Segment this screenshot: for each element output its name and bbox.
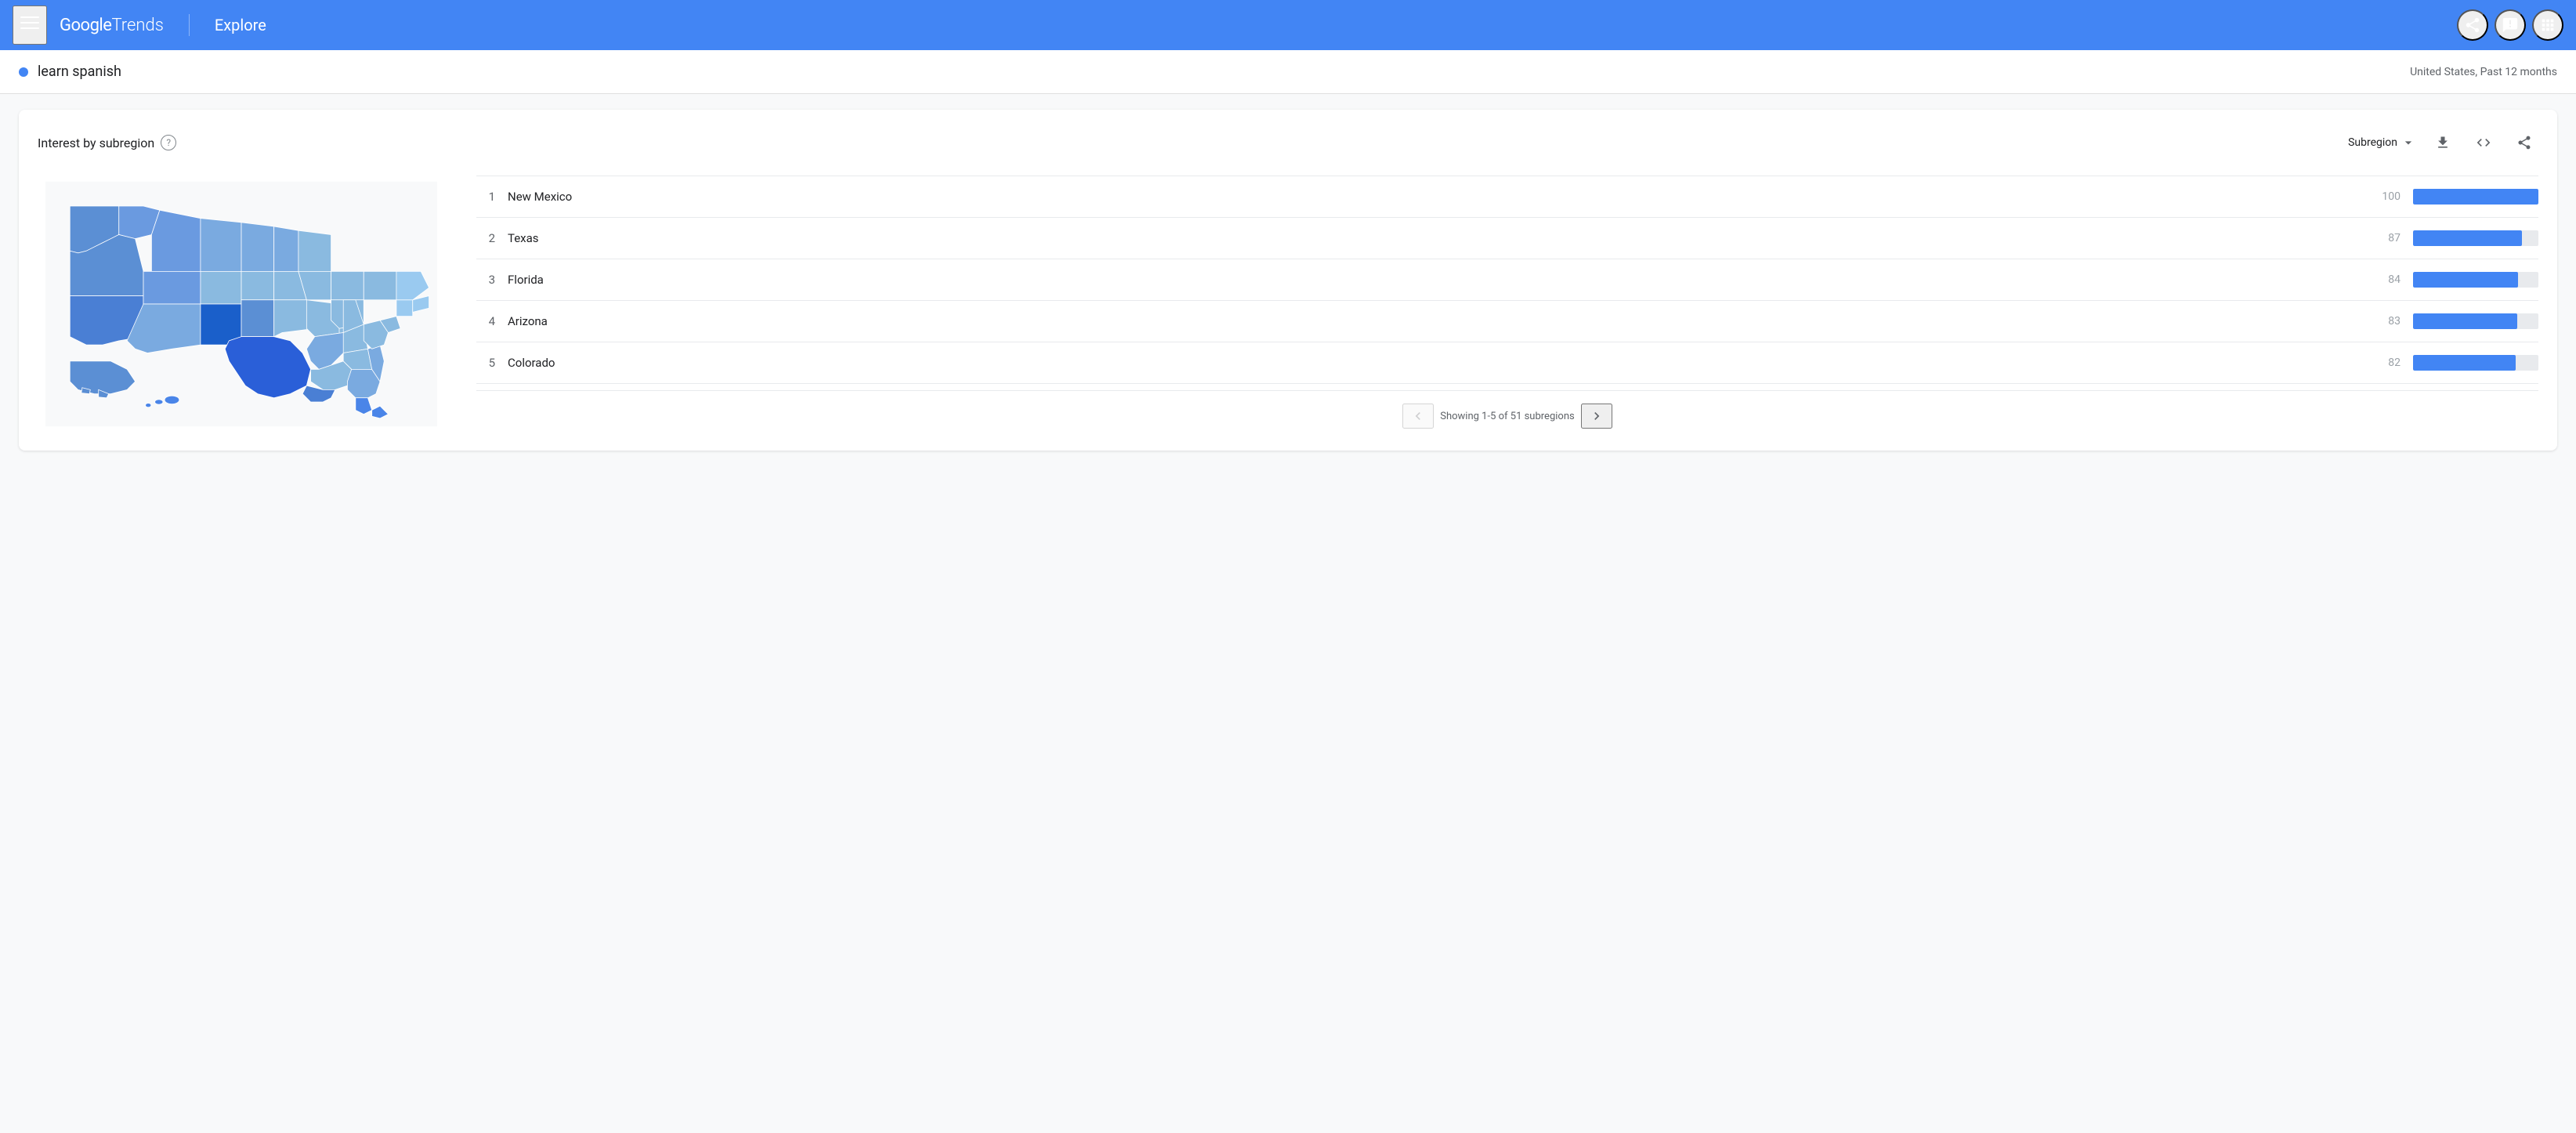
rank-name-5: Colorado <box>508 356 2357 370</box>
rank-score-4: 83 <box>2369 315 2401 328</box>
share-card-button[interactable] <box>2510 129 2538 157</box>
prev-page-button[interactable] <box>1402 404 1434 429</box>
pagination-label: Showing 1-5 of 51 subregions <box>1440 411 1574 422</box>
state-new-jersey-approx[interactable] <box>396 299 413 316</box>
state-north-dakota[interactable] <box>274 226 298 271</box>
state-wyoming[interactable] <box>201 218 241 271</box>
rank-score-1: 100 <box>2369 190 2401 203</box>
header-divider <box>189 14 190 36</box>
us-map <box>45 179 437 429</box>
search-dot <box>19 67 28 77</box>
rank-bar-container-4 <box>2413 313 2538 329</box>
state-minnesota[interactable] <box>298 230 331 271</box>
card-body: 1 New Mexico 100 2 Texas 87 <box>38 176 2538 432</box>
rank-score-2: 87 <box>2369 232 2401 244</box>
state-kansas[interactable] <box>241 299 274 336</box>
ranking-row-1[interactable]: 1 New Mexico 100 <box>476 176 2538 218</box>
search-bar-row: learn spanish United States, Past 12 mon… <box>0 50 2576 94</box>
next-page-button[interactable] <box>1581 404 1612 429</box>
card-controls: Subregion <box>2348 129 2538 157</box>
state-hawaii-main[interactable] <box>165 396 179 404</box>
state-nebraska[interactable] <box>241 271 274 299</box>
state-colorado[interactable] <box>201 271 241 304</box>
card-title: Interest by subregion <box>38 136 154 150</box>
app-header: Google Trends Explore <box>0 0 2576 50</box>
help-icon[interactable]: ? <box>161 135 176 150</box>
explore-label: Explore <box>215 16 266 34</box>
rank-bar-3 <box>2413 272 2518 288</box>
logo-trends: Trends <box>111 16 163 35</box>
us-map-container <box>38 176 445 432</box>
state-montana[interactable] <box>151 210 201 271</box>
state-south-dakota[interactable] <box>241 222 274 271</box>
download-button[interactable] <box>2429 129 2457 157</box>
interest-by-subregion-card: Interest by subregion ? Subregion <box>19 110 2557 451</box>
rank-number-3: 3 <box>476 273 495 287</box>
rank-number-2: 2 <box>476 231 495 245</box>
rank-bar-container-2 <box>2413 230 2538 246</box>
ranking-row-3[interactable]: 3 Florida 84 <box>476 259 2538 301</box>
rank-bar-5 <box>2413 355 2516 371</box>
rank-score-3: 84 <box>2369 273 2401 286</box>
rank-bar-container-1 <box>2413 189 2538 205</box>
rank-number-5: 5 <box>476 356 495 370</box>
menu-button[interactable] <box>13 5 47 45</box>
subregion-dropdown[interactable]: Subregion <box>2348 135 2416 150</box>
chevron-down-icon <box>2401 135 2416 150</box>
state-michigan-approx[interactable] <box>331 271 364 299</box>
main-content: Interest by subregion ? Subregion <box>0 94 2576 466</box>
ranking-row-5[interactable]: 5 Colorado 82 <box>476 342 2538 384</box>
ranking-row-4[interactable]: 4 Arizona 83 <box>476 301 2538 342</box>
rank-bar-2 <box>2413 230 2522 246</box>
rankings-container: 1 New Mexico 100 2 Texas 87 <box>476 176 2538 432</box>
dropdown-label: Subregion <box>2348 136 2397 149</box>
rank-name-4: Arizona <box>508 314 2357 328</box>
rank-bar-4 <box>2413 313 2517 329</box>
search-meta: United States, Past 12 months <box>2410 66 2557 78</box>
rank-name-2: Texas <box>508 231 2357 245</box>
card-title-group: Interest by subregion ? <box>38 135 176 150</box>
rank-name-1: New Mexico <box>508 190 2357 204</box>
rank-bar-1 <box>2413 189 2538 205</box>
rank-number-1: 1 <box>476 190 495 204</box>
rank-name-3: Florida <box>508 273 2357 287</box>
search-term: learn spanish <box>38 63 121 80</box>
card-header: Interest by subregion ? Subregion <box>38 129 2538 157</box>
ranking-row-2[interactable]: 2 Texas 87 <box>476 218 2538 259</box>
header-actions <box>2457 9 2563 41</box>
share-header-button[interactable] <box>2457 9 2488 41</box>
state-new-york[interactable] <box>364 271 396 299</box>
logo: Google Trends <box>60 16 164 35</box>
rank-number-4: 4 <box>476 314 495 328</box>
pagination-row: Showing 1-5 of 51 subregions <box>476 390 2538 432</box>
embed-button[interactable] <box>2469 129 2498 157</box>
apps-header-button[interactable] <box>2532 9 2563 41</box>
logo-google: Google <box>60 16 111 35</box>
rank-score-5: 82 <box>2369 357 2401 369</box>
state-nevada[interactable] <box>143 271 201 304</box>
rank-bar-container-5 <box>2413 355 2538 371</box>
rank-bar-container-3 <box>2413 272 2538 288</box>
feedback-header-button[interactable] <box>2495 9 2526 41</box>
